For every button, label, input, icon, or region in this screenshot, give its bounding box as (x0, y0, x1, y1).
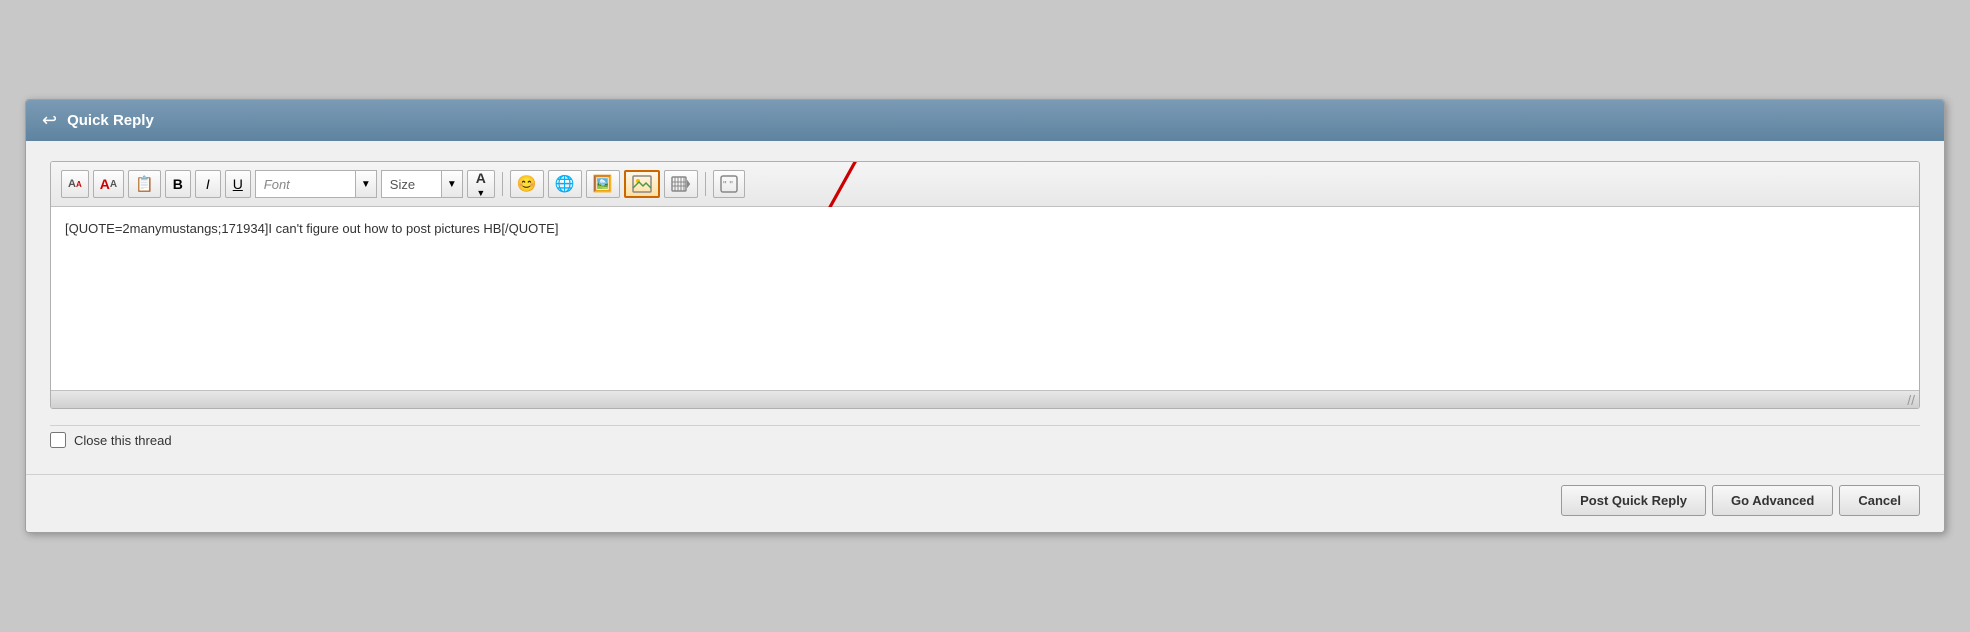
font-selector: ▼ (255, 170, 377, 198)
italic-button[interactable]: I (195, 170, 221, 198)
text-area-wrapper: [QUOTE=2manymustangs;171934]I can't figu… (51, 207, 1919, 390)
paste-image-icon: 📋 (135, 175, 154, 193)
size-selector: ▼ (381, 170, 463, 198)
close-thread-label: Close this thread (74, 433, 172, 448)
font-dropdown-button[interactable]: ▼ (355, 170, 377, 198)
picture-button[interactable] (624, 170, 660, 198)
go-advanced-button[interactable]: Go Advanced (1712, 485, 1833, 516)
decrease-font-icon: A (68, 178, 76, 190)
resize-icon: // (1907, 392, 1915, 408)
video-icon (671, 175, 691, 193)
underline-button[interactable]: U (225, 170, 251, 198)
quote-button[interactable]: " " (713, 170, 745, 198)
dialog-titlebar: ↩ Quick Reply (26, 100, 1944, 141)
dialog-title: Quick Reply (67, 112, 154, 129)
decrease-font-sub-icon: A (76, 180, 82, 189)
dropdown-arrow-icon: ▼ (476, 188, 485, 198)
dialog-footer: Post Quick Reply Go Advanced Cancel (26, 474, 1944, 532)
link-button[interactable]: 🌐 (548, 170, 582, 198)
size-dropdown-button[interactable]: ▼ (441, 170, 463, 198)
back-icon[interactable]: ↩ (42, 110, 57, 131)
toolbar-separator-2 (705, 172, 706, 196)
paste-image-button[interactable]: 📋 (128, 170, 161, 198)
cancel-button[interactable]: Cancel (1839, 485, 1920, 516)
bold-icon: B (173, 176, 183, 192)
decrease-font-button[interactable]: A A (61, 170, 89, 198)
picture-icon (632, 175, 652, 193)
post-quick-reply-button[interactable]: Post Quick Reply (1561, 485, 1706, 516)
close-thread-section: Close this thread (50, 425, 1920, 454)
toolbar: A A A A 📋 B I (51, 162, 1919, 207)
size-input[interactable] (381, 170, 441, 198)
font-color-icon: A (476, 170, 486, 186)
increase-font-sub-icon: A (110, 179, 117, 190)
dialog-container: ↩ Quick Reply A A A A 📋 (25, 99, 1945, 533)
dialog-body: A A A A 📋 B I (26, 141, 1944, 474)
emoji-icon: 😊 (517, 174, 537, 194)
increase-font-button[interactable]: A A (93, 170, 124, 198)
font-color-button[interactable]: A ▼ (467, 170, 495, 198)
toolbar-separator-1 (502, 172, 503, 196)
editor-textarea[interactable]: [QUOTE=2manymustangs;171934]I can't figu… (51, 207, 1919, 387)
italic-icon: I (206, 176, 210, 192)
resize-bar[interactable]: // (51, 390, 1919, 408)
font-input[interactable] (255, 170, 355, 198)
video-button[interactable] (664, 170, 698, 198)
increase-font-icon: A (100, 176, 110, 192)
close-thread-checkbox[interactable] (50, 432, 66, 448)
emoji-button[interactable]: 😊 (510, 170, 544, 198)
bold-button[interactable]: B (165, 170, 191, 198)
insert-image-button[interactable]: 🖼️ (586, 170, 620, 198)
underline-icon: U (233, 176, 243, 192)
quote-icon: " " (720, 175, 738, 193)
editor-container: A A A A 📋 B I (50, 161, 1920, 409)
insert-image-icon: 🖼️ (593, 174, 613, 194)
link-icon: 🌐 (555, 174, 575, 194)
svg-text:" ": " " (723, 180, 733, 191)
